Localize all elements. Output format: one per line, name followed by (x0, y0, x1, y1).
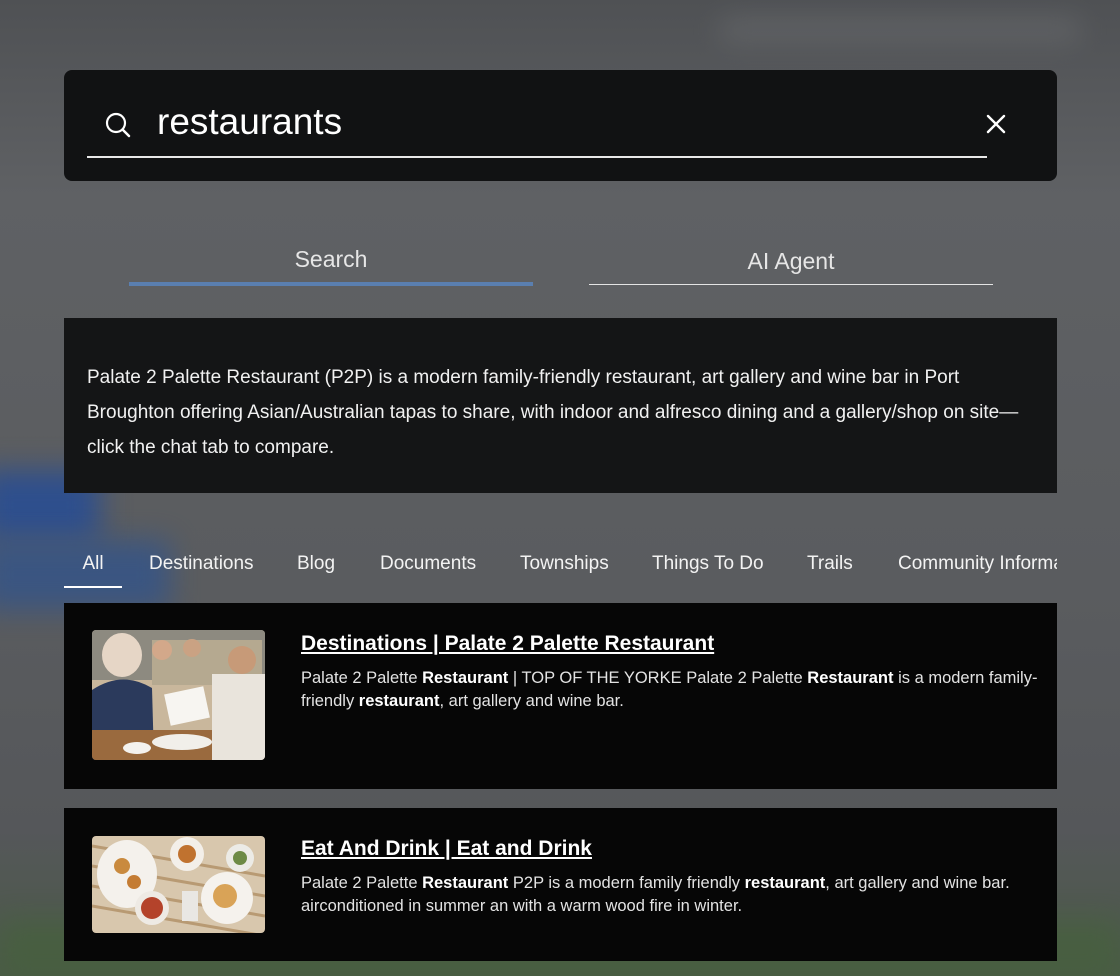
tab-townships[interactable]: Townships (520, 540, 609, 586)
snippet-text: Palate 2 Palette (301, 669, 423, 687)
result-snippet: Palate 2 Palette Restaurant | TOP OF THE… (301, 667, 1041, 713)
ai-summary-text: Palate 2 Palette Restaurant (P2P) is a m… (87, 367, 1019, 458)
snippet-text: | TOP OF THE YORKE Palate 2 Palette (508, 669, 808, 687)
search-field-row (87, 90, 987, 158)
snippet-highlight: restaurant (744, 874, 826, 892)
tab-destinations[interactable]: Destinations (149, 540, 254, 586)
snippet-highlight: Restaurant (422, 874, 509, 892)
background-blur-shape (720, 18, 1080, 42)
snippet-text: , art gallery and wine bar. (439, 692, 624, 710)
snippet-highlight: Restaurant (422, 669, 509, 687)
snippet-text: Palate 2 Palette (301, 874, 423, 892)
tab-community-information[interactable]: Community Informa (898, 540, 1057, 586)
search-result: Destinations | Palate 2 Palette Restaura… (64, 603, 1057, 789)
tab-all[interactable]: All (64, 540, 122, 588)
snippet-text: P2P is a modern family friendly (508, 874, 745, 892)
snippet-highlight: restaurant (358, 692, 440, 710)
tab-documents[interactable]: Documents (380, 540, 476, 586)
result-thumbnail-diners[interactable] (92, 630, 265, 760)
tab-trails[interactable]: Trails (807, 540, 853, 586)
result-thumbnail-food-platters[interactable] (92, 836, 265, 933)
result-title-link[interactable]: Destinations | Palate 2 Palette Restaura… (301, 632, 714, 656)
search-icon (105, 112, 131, 138)
search-input[interactable] (157, 98, 937, 146)
snippet-highlight: Restaurant (807, 669, 894, 687)
search-panel (64, 70, 1057, 181)
tab-ai-agent[interactable]: AI Agent (589, 238, 993, 285)
ai-summary-panel: Palate 2 Palette Restaurant (P2P) is a m… (64, 318, 1057, 493)
search-result: Eat And Drink | Eat and Drink Palate 2 P… (64, 808, 1057, 961)
result-snippet: Palate 2 Palette Restaurant P2P is a mod… (301, 872, 1041, 918)
tab-blog[interactable]: Blog (297, 540, 335, 586)
category-tabs: All Destinations Blog Documents Township… (64, 540, 1057, 588)
tab-things-to-do[interactable]: Things To Do (652, 540, 764, 586)
result-title-link[interactable]: Eat And Drink | Eat and Drink (301, 837, 592, 861)
close-icon[interactable] (984, 112, 1008, 136)
tab-search[interactable]: Search (129, 236, 533, 286)
